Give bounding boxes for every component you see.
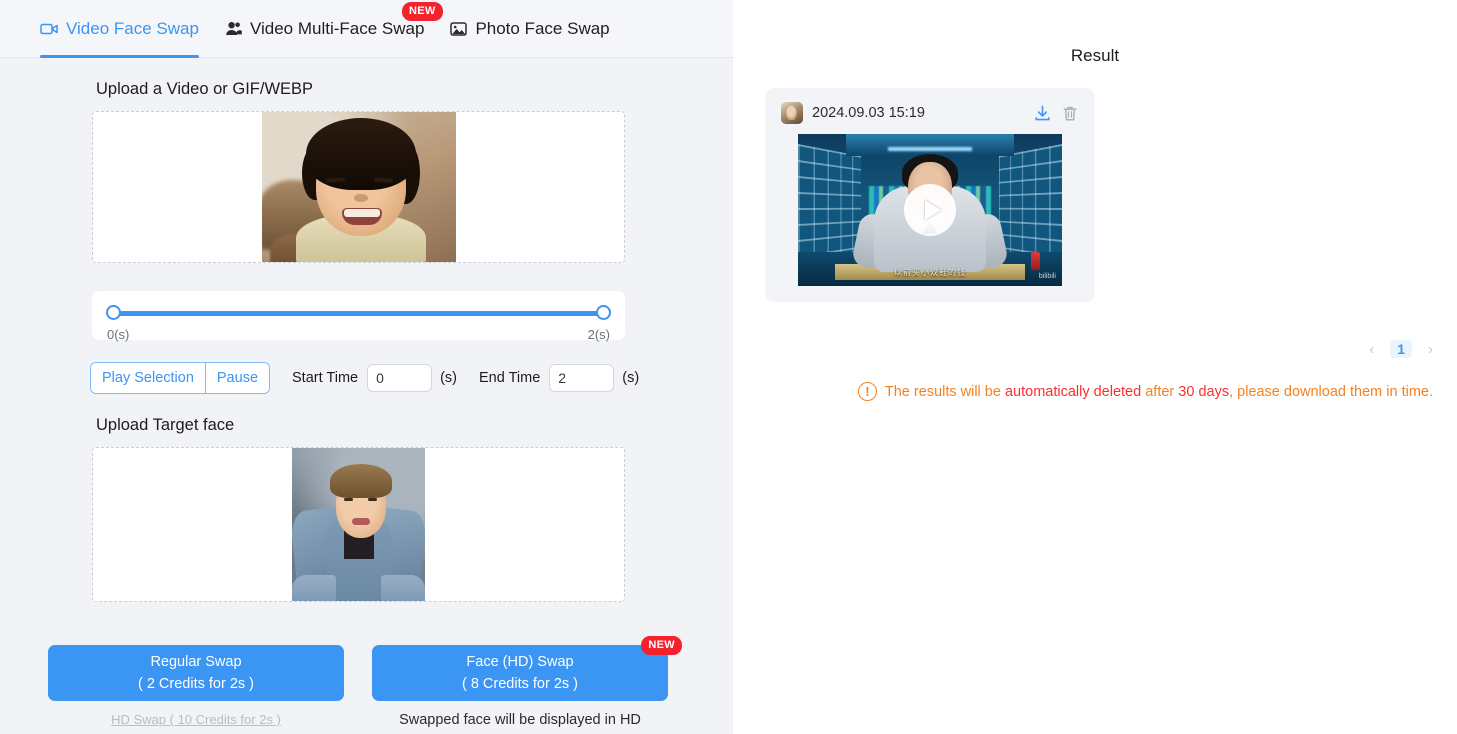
regular-swap-column: Regular Swap ( 2 Credits for 2s ) HD Swa… xyxy=(48,645,344,728)
start-time-input[interactable] xyxy=(367,364,433,392)
avatar xyxy=(781,102,803,124)
new-badge-hd-swap: NEW xyxy=(641,636,682,655)
result-title: Result xyxy=(1070,46,1120,65)
warning-highlight-2: 30 days xyxy=(1178,383,1230,400)
source-video-preview xyxy=(261,112,456,262)
tab-video-face-swap[interactable]: Video Face Swap xyxy=(40,0,199,58)
pagination-prev[interactable]: ‹ xyxy=(1369,341,1374,358)
regular-swap-button[interactable]: Regular Swap ( 2 Credits for 2s ) xyxy=(48,645,344,701)
pagination: ‹ 1 › xyxy=(1369,340,1433,358)
time-range-slider[interactable]: 0(s) 2(s) xyxy=(92,291,625,342)
pause-button[interactable]: Pause xyxy=(204,363,270,393)
result-card-header: 2024.09.03 15:19 xyxy=(781,102,1079,124)
deletion-warning: ! The results will be automatically dele… xyxy=(747,382,1433,401)
right-panel: Result 2024.09.03 15:19 以前买小双鞋的钱 bilibil… xyxy=(733,0,1457,734)
hd-swap-title: Face (HD) Swap xyxy=(466,653,574,670)
upload-target-label: Upload Target face xyxy=(96,416,235,434)
start-time-unit: (s) xyxy=(440,370,458,386)
upload-source-dropzone[interactable] xyxy=(92,111,625,263)
warning-highlight-1: automatically deleted xyxy=(1004,383,1142,400)
people-icon xyxy=(225,21,242,36)
upload-target-dropzone[interactable] xyxy=(92,447,625,602)
warning-text: The results will be automatically delete… xyxy=(885,384,1433,400)
slider-labels: 0(s) 2(s) xyxy=(106,327,611,342)
image-icon xyxy=(450,21,468,37)
result-video-thumbnail[interactable]: 以前买小双鞋的钱 bilibili xyxy=(798,134,1062,286)
hd-swap-link[interactable]: HD Swap ( 10 Credits for 2s ) xyxy=(48,712,344,727)
play-selection-button[interactable]: Play Selection xyxy=(91,363,205,393)
slider-end-label: 2(s) xyxy=(587,327,610,342)
regular-swap-credits: ( 2 Credits for 2s ) xyxy=(137,676,255,692)
trash-icon[interactable] xyxy=(1061,104,1079,123)
video-camera-icon xyxy=(40,22,58,36)
action-buttons: Regular Swap ( 2 Credits for 2s ) HD Swa… xyxy=(48,636,682,728)
warning-icon: ! xyxy=(857,382,877,401)
warning-suffix: , please download them in time. xyxy=(1229,383,1433,400)
tab-bar: Video Face Swap Video Multi-Face Swap Ph… xyxy=(0,0,733,58)
hd-swap-column: Face (HD) Swap ( 8 Credits for 2s ) NEW … xyxy=(372,636,682,728)
download-icon[interactable] xyxy=(1033,104,1052,123)
app-root: Video Face Swap Video Multi-Face Swap Ph… xyxy=(0,0,1457,734)
video-watermark: bilibili xyxy=(1038,273,1056,280)
slider-track-wrap xyxy=(106,305,611,323)
start-time-label: Start Time xyxy=(292,370,359,386)
tab-label: Video Multi-Face Swap xyxy=(249,18,425,38)
upload-source-label: Upload a Video or GIF/WEBP xyxy=(96,80,314,98)
new-badge-tab: NEW xyxy=(402,2,443,21)
hd-swap-note: Swapped face will be displayed in HD xyxy=(399,712,641,728)
video-subtitle: 以前买小双鞋的钱 xyxy=(894,268,966,277)
play-icon[interactable] xyxy=(904,184,956,236)
end-time-unit: (s) xyxy=(622,370,640,386)
result-card-actions xyxy=(1033,104,1079,123)
left-panel: Video Face Swap Video Multi-Face Swap Ph… xyxy=(0,0,733,734)
pagination-next[interactable]: › xyxy=(1428,341,1433,358)
tab-photo-face-swap[interactable]: Photo Face Swap xyxy=(450,0,610,58)
regular-swap-title: Regular Swap xyxy=(150,653,242,670)
left-body: Upload a Video or GIF/WEBP 0(s) 2(s) Pla… xyxy=(0,58,733,602)
warning-middle: after xyxy=(1141,383,1179,400)
playback-controls: Play Selection Pause Start Time (s) End … xyxy=(90,362,733,394)
pagination-page-1[interactable]: 1 xyxy=(1390,340,1412,358)
slider-start-label: 0(s) xyxy=(107,327,130,342)
result-timestamp: 2024.09.03 15:19 xyxy=(812,105,925,121)
face-hd-swap-button[interactable]: Face (HD) Swap ( 8 Credits for 2s ) xyxy=(372,645,668,701)
end-time-label: End Time xyxy=(479,370,541,386)
hd-swap-credits: ( 8 Credits for 2s ) xyxy=(461,676,579,692)
slider-track xyxy=(114,311,603,316)
tab-video-multi-face-swap[interactable]: Video Multi-Face Swap xyxy=(225,0,425,58)
slider-handle-start[interactable] xyxy=(106,305,121,320)
end-time-input[interactable] xyxy=(549,364,615,392)
slider-handle-end[interactable] xyxy=(596,305,611,320)
tab-label: Photo Face Swap xyxy=(475,18,610,38)
result-item-card: 2024.09.03 15:19 以前买小双鞋的钱 bilibili xyxy=(765,88,1095,302)
play-button-group: Play Selection Pause xyxy=(90,362,271,394)
tab-label: Video Face Swap xyxy=(66,18,199,38)
target-face-preview xyxy=(292,448,425,601)
warning-prefix: The results will be xyxy=(884,383,1005,400)
